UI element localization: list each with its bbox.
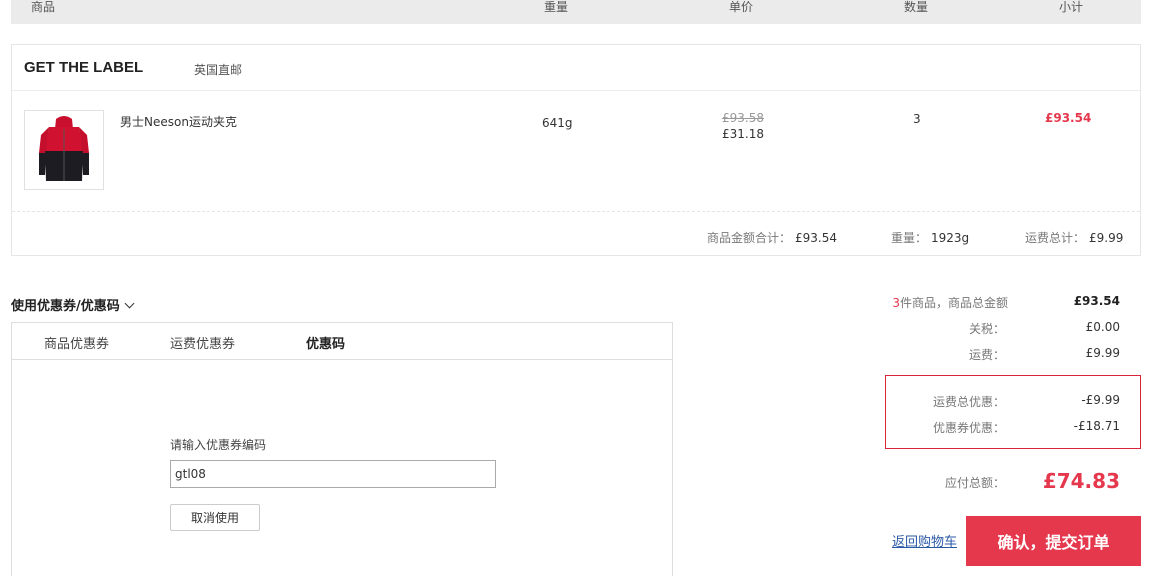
product-name[interactable]: 男士Neeson运动夹克 xyxy=(120,113,237,130)
coupon-discount-label: 优惠券优惠： xyxy=(932,421,1005,435)
chevron-down-icon xyxy=(124,298,135,309)
store-weight: 重量： 1923g xyxy=(891,229,969,246)
coupon-discount-value: -£18.71 xyxy=(1073,419,1120,433)
coupon-panel: 商品优惠券 运费优惠券 优惠码 请输入优惠券编码 取消使用 xyxy=(11,322,673,576)
header-quantity: 数量 xyxy=(904,0,929,14)
summary-goods-total: £93.54 xyxy=(1073,294,1120,308)
goods-total-value: £93.54 xyxy=(795,231,838,245)
tab-shipping-coupon[interactable]: 运费优惠券 xyxy=(170,333,235,352)
coupon-toggle[interactable]: 使用优惠券/优惠码 xyxy=(11,295,135,314)
coupon-title: 使用优惠券/优惠码 xyxy=(11,299,120,314)
unit-price: £31.18 xyxy=(722,127,764,141)
tax-label: 关税： xyxy=(968,322,1005,336)
store-shipping-value: £9.99 xyxy=(1089,231,1124,245)
shipping-label: 运费： xyxy=(968,348,1005,362)
header-unit-price: 单价 xyxy=(729,0,754,14)
coupon-code-input[interactable] xyxy=(170,460,496,488)
coupon-tabs: 商品优惠券 运费优惠券 优惠码 xyxy=(12,323,672,360)
back-to-cart-link[interactable]: 返回购物车 xyxy=(892,531,957,550)
original-price: £93.58 xyxy=(722,111,764,125)
header-product: 商品 xyxy=(31,0,56,14)
shipping-discount-label: 运费总优惠： xyxy=(932,395,1005,409)
summary-count: 3 xyxy=(892,296,900,310)
store-name: GET THE LABEL xyxy=(24,59,144,76)
store-weight-label: 重量： xyxy=(891,231,928,245)
item-subtotal: £93.54 xyxy=(1045,111,1092,125)
quantity-value: 3 xyxy=(913,112,921,126)
divider xyxy=(12,211,1140,212)
header-weight: 重量 xyxy=(544,0,569,14)
store-shipping: 运费总计： £9.99 xyxy=(1025,229,1123,246)
shipping-value: £9.99 xyxy=(1085,346,1120,360)
table-header: 商品 重量 单价 数量 小计 xyxy=(11,0,1141,24)
tab-promo-code[interactable]: 优惠码 xyxy=(306,333,345,352)
product-image[interactable] xyxy=(24,110,104,190)
discount-box xyxy=(885,375,1141,449)
header-subtotal: 小计 xyxy=(1059,0,1084,14)
cancel-coupon-button[interactable]: 取消使用 xyxy=(170,504,260,531)
store-weight-value: 1923g xyxy=(931,231,970,245)
payable-label: 应付总额： xyxy=(944,476,1005,490)
store-panel: GET THE LABEL 英国直邮 男士Neeson运动夹克 641g £93… xyxy=(11,44,1141,256)
coupon-input-label: 请输入优惠券编码 xyxy=(170,438,267,452)
tab-goods-coupon[interactable]: 商品优惠券 xyxy=(44,333,109,352)
summary-count-line: 3件商品，商品总金额 xyxy=(808,294,1008,311)
goods-total-label: 商品金额合计： xyxy=(707,231,792,245)
tax-value: £0.00 xyxy=(1085,320,1120,334)
summary-count-label: 件商品，商品总金额 xyxy=(899,296,1008,310)
goods-total: 商品金额合计： £93.54 xyxy=(707,229,837,246)
payable-total: £74.83 xyxy=(1042,469,1120,493)
store-header: GET THE LABEL 英国直邮 xyxy=(12,45,1140,91)
product-weight: 641g xyxy=(542,116,573,130)
jacket-icon xyxy=(39,116,89,181)
store-shipping-label: 运费总计： xyxy=(1025,231,1086,245)
submit-order-button[interactable]: 确认，提交订单 xyxy=(966,516,1141,566)
shipping-discount-value: -£9.99 xyxy=(1081,393,1120,407)
store-tag: 英国直邮 xyxy=(194,63,243,77)
